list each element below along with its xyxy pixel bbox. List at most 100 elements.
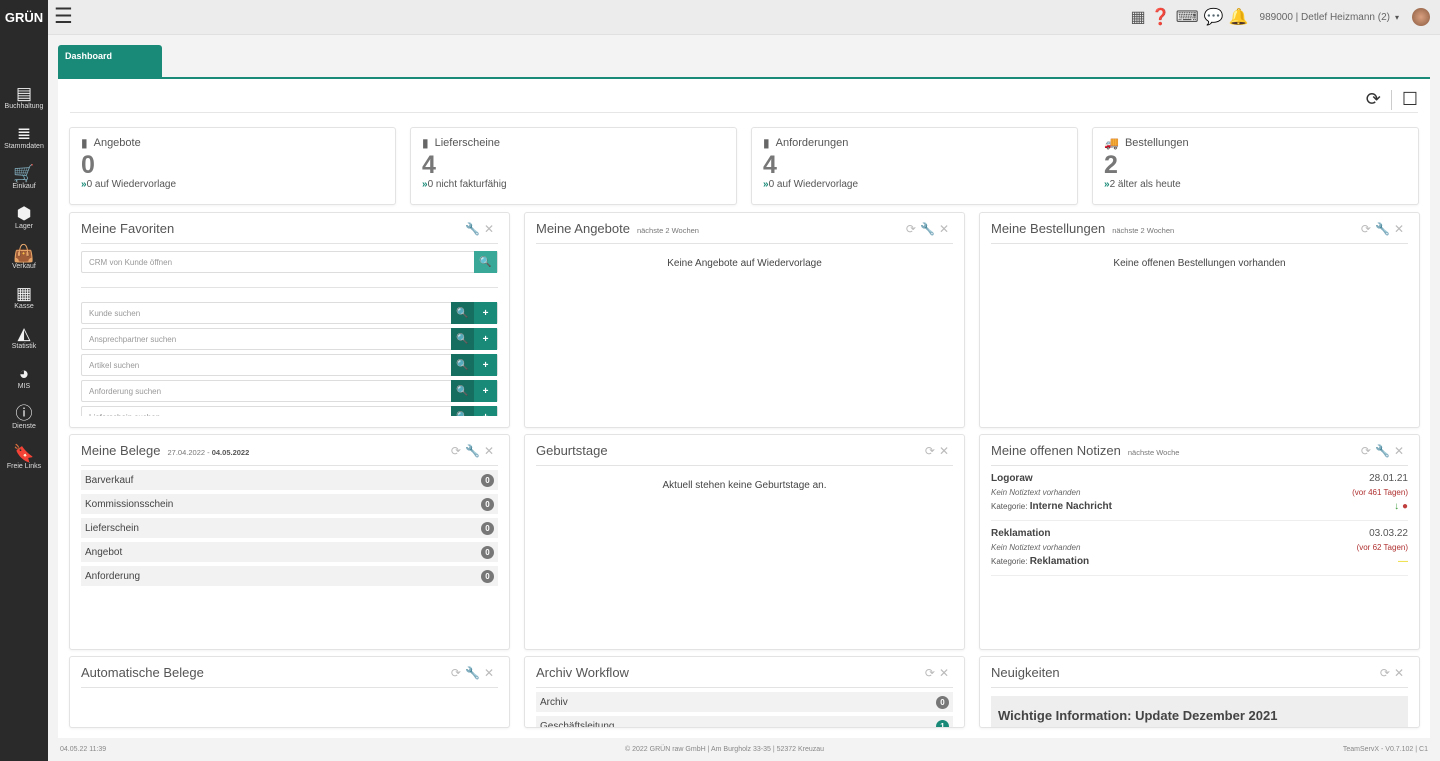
list-item[interactable]: Anforderung 0 bbox=[81, 566, 498, 586]
category-label: Kategorie: bbox=[991, 502, 1030, 511]
sidebar-item-mis[interactable]: ◕ MIS bbox=[0, 357, 48, 397]
list-item[interactable]: Lieferschein 0 bbox=[81, 518, 498, 538]
add-button[interactable]: + bbox=[474, 328, 497, 350]
chevron-down-icon[interactable]: ▾ bbox=[1395, 13, 1399, 22]
tab-dashboard[interactable]: Dashboard bbox=[58, 45, 162, 78]
close-icon[interactable]: ✕ bbox=[1394, 222, 1408, 236]
refresh-icon[interactable]: ⟳ bbox=[1361, 444, 1375, 458]
chat-icon[interactable]: 💬 bbox=[1204, 7, 1224, 27]
count-badge: 1 bbox=[936, 719, 949, 727]
sidebar-item-einkauf[interactable]: 🛒 Einkauf bbox=[0, 157, 48, 197]
close-icon[interactable]: ✕ bbox=[484, 222, 498, 236]
wrench-icon[interactable]: 🔧 bbox=[920, 222, 939, 236]
stat-title: Angebote bbox=[93, 137, 141, 149]
search-button[interactable]: 🔍 bbox=[474, 251, 497, 273]
refresh-icon[interactable]: ⟳ bbox=[925, 444, 939, 458]
logo[interactable]: GRÜN bbox=[0, 0, 48, 35]
stat-card-bestellungen[interactable]: 🚚 Bestellungen 2 »2 älter als heute bbox=[1092, 127, 1419, 205]
list-item[interactable]: Kommissionsschein 0 bbox=[81, 494, 498, 514]
cart-icon: 🛒 bbox=[13, 163, 35, 183]
search-button[interactable]: 🔍 bbox=[451, 354, 474, 376]
sidebar-item-stammdaten[interactable]: ≣ Stammdaten bbox=[0, 117, 48, 157]
hamburger-menu-icon[interactable]: ☰ bbox=[54, 6, 73, 27]
stat-value: 0 bbox=[81, 151, 95, 179]
user-menu[interactable]: 989000 | Detlef Heizmann (2) bbox=[1260, 12, 1390, 23]
sidebar-item-freie-links[interactable]: 🔖 Freie Links bbox=[0, 437, 48, 477]
sidebar-item-label: Statistik bbox=[11, 342, 37, 350]
avatar[interactable] bbox=[1412, 8, 1430, 26]
refresh-icon[interactable]: ⟳ bbox=[451, 444, 465, 458]
list-item[interactable]: Barverkauf 0 bbox=[81, 470, 498, 490]
help-icon[interactable]: ❓ bbox=[1151, 7, 1171, 27]
search-field[interactable]: Artikel suchen 🔍 + bbox=[81, 354, 498, 376]
refresh-icon[interactable]: ⟳ bbox=[451, 666, 465, 680]
stat-card-anforderungen[interactable]: ▮ Anforderungen 4 »0 auf Wiedervorlage bbox=[751, 127, 1078, 205]
sidebar-item-statistik[interactable]: ◭ Statistik bbox=[0, 317, 48, 357]
wrench-icon[interactable]: 🔧 bbox=[1375, 222, 1394, 236]
keyboard-icon[interactable]: ⌨ bbox=[1176, 7, 1199, 27]
wrench-icon[interactable]: 🔧 bbox=[1375, 444, 1394, 458]
search-field[interactable]: Kunde suchen 🔍 + bbox=[81, 302, 498, 324]
sidebar-item-label: MIS bbox=[17, 382, 31, 390]
wrench-icon[interactable]: 🔧 bbox=[465, 666, 484, 680]
widget-subtitle: nächste Woche bbox=[1127, 448, 1180, 457]
widget-title: Meine offenen Notizen bbox=[991, 443, 1121, 458]
news-headline[interactable]: Wichtige Information: Update Dezember 20… bbox=[998, 708, 1401, 723]
search-field[interactable]: Lieferschein suchen🔍+ bbox=[81, 406, 498, 416]
search-button[interactable]: 🔍 bbox=[451, 328, 474, 350]
wrench-icon[interactable]: 🔧 bbox=[465, 444, 484, 458]
close-icon[interactable]: ✕ bbox=[484, 666, 498, 680]
crm-input[interactable]: CRM von Kunde öffnen 🔍 bbox=[81, 251, 498, 273]
widget-archiv: Archiv Workflow ⟳✕ Archiv 0 Geschäftsleitun… bbox=[524, 656, 965, 728]
refresh-icon[interactable]: ⟳ bbox=[906, 222, 920, 236]
stat-card-angebote[interactable]: ▮ Angebote 0 »0 auf Wiedervorlage bbox=[69, 127, 396, 205]
add-button[interactable]: + bbox=[474, 302, 497, 324]
refresh-icon[interactable]: ⟳ bbox=[1366, 89, 1381, 110]
add-button[interactable]: + bbox=[474, 406, 497, 416]
calendar-icon[interactable]: ▦ bbox=[1131, 7, 1146, 27]
search-button[interactable]: 🔍 bbox=[451, 302, 474, 324]
refresh-icon[interactable]: ⟳ bbox=[925, 666, 939, 680]
list-item[interactable]: Angebot 0 bbox=[81, 542, 498, 562]
search-button[interactable]: 🔍 bbox=[451, 406, 474, 416]
add-button[interactable]: + bbox=[474, 354, 497, 376]
sidebar-item-verkauf[interactable]: 👜 Verkauf bbox=[0, 237, 48, 277]
close-icon[interactable]: ✕ bbox=[939, 666, 953, 680]
bag-icon: 👜 bbox=[13, 243, 35, 263]
stat-sub-link[interactable]: »0 auf Wiedervorlage bbox=[763, 179, 1066, 190]
cash-register-icon: ▦ bbox=[15, 283, 33, 303]
search-button[interactable]: 🔍 bbox=[451, 380, 474, 402]
search-field[interactable]: Ansprechpartner suchen 🔍 + bbox=[81, 328, 498, 350]
add-button[interactable]: + bbox=[474, 380, 497, 402]
stat-sub-link[interactable]: »2 älter als heute bbox=[1104, 179, 1407, 190]
close-icon[interactable]: ✕ bbox=[1394, 444, 1408, 458]
sidebar-item-buchhaltung[interactable]: ▤ Buchhaltung bbox=[0, 77, 48, 117]
stat-sub-link[interactable]: »0 nicht fakturfähig bbox=[422, 179, 725, 190]
sidebar-item-lager[interactable]: ⬢ Lager bbox=[0, 197, 48, 237]
stat-value: 2 bbox=[1104, 151, 1118, 179]
list-item[interactable]: Archiv 0 bbox=[536, 692, 953, 712]
close-icon[interactable]: ✕ bbox=[1394, 666, 1408, 680]
widget-subtitle: nächste 2 Wochen bbox=[636, 226, 699, 235]
close-icon[interactable]: ✕ bbox=[939, 444, 953, 458]
note-item[interactable]: Logoraw 28.01.21 Kein Notiztext vorhanden… bbox=[991, 466, 1408, 521]
maximize-icon[interactable]: ☐ bbox=[1402, 89, 1418, 110]
widget-title: Meine Bestellungen bbox=[991, 221, 1106, 236]
search-field[interactable]: Anforderung suchen 🔍 + bbox=[81, 380, 498, 402]
wrench-icon[interactable]: 🔧 bbox=[465, 222, 484, 236]
list-item[interactable]: Geschäftsleitung 1 bbox=[536, 716, 953, 727]
bell-icon[interactable]: 🔔 bbox=[1229, 7, 1249, 27]
divider bbox=[1390, 89, 1392, 110]
sidebar-item-kasse[interactable]: ▦ Kasse bbox=[0, 277, 48, 317]
refresh-icon[interactable]: ⟳ bbox=[1361, 222, 1375, 236]
close-icon[interactable]: ✕ bbox=[939, 222, 953, 236]
sidebar-item-dienste[interactable]: ⓘ Dienste bbox=[0, 397, 48, 437]
stat-sub-link[interactable]: »0 auf Wiedervorlage bbox=[81, 179, 384, 190]
sidebar: GRÜN ▤ Buchhaltung ≣ Stammdaten 🛒 Einkauf ⬢ Lag… bbox=[0, 0, 48, 761]
stat-card-lieferscheine[interactable]: ▮ Lieferscheine 4 »0 nicht fakturfähig bbox=[410, 127, 737, 205]
refresh-icon[interactable]: ⟳ bbox=[1380, 666, 1394, 680]
search-placeholder: Artikel suchen bbox=[89, 360, 140, 370]
note-item[interactable]: Reklamation 03.03.22 Kein Notiztext vorha… bbox=[991, 521, 1408, 576]
count-badge: 0 bbox=[481, 473, 494, 487]
close-icon[interactable]: ✕ bbox=[484, 444, 498, 458]
